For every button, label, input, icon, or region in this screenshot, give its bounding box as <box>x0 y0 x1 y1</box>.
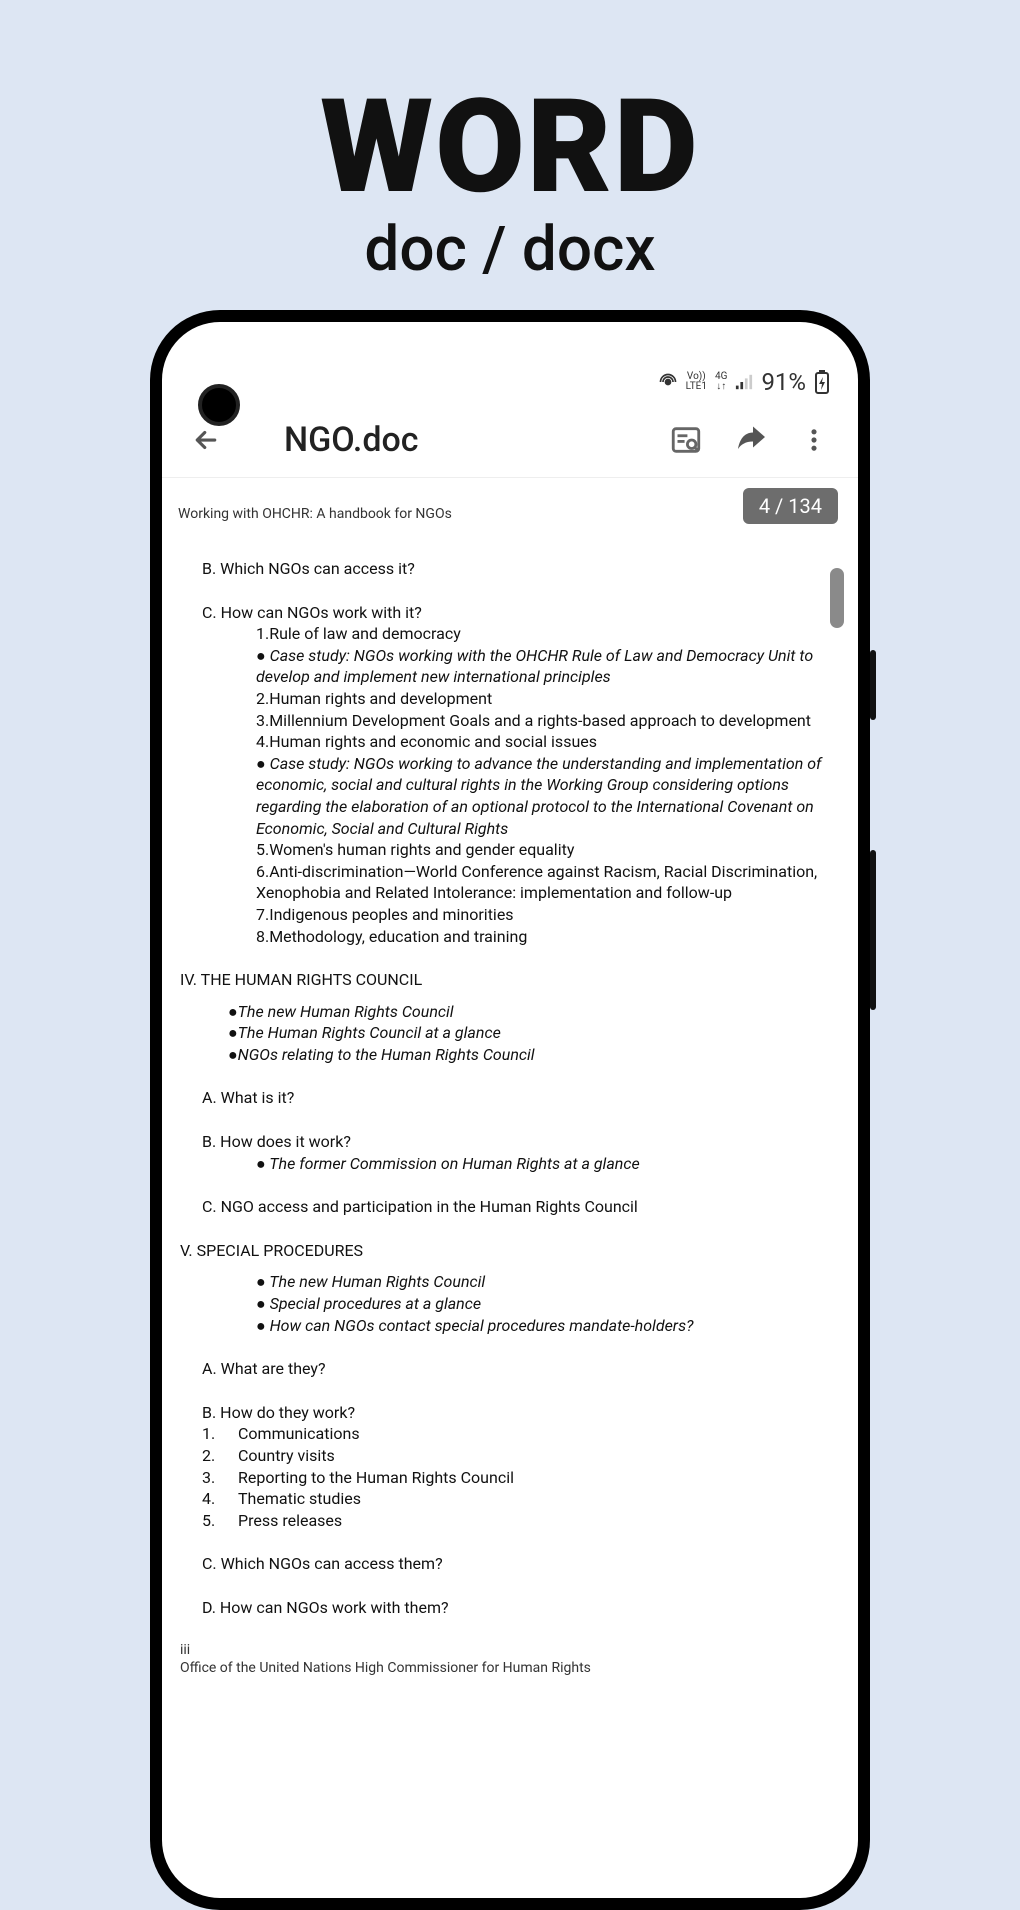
section-iv-c: C. NGO access and participation in the H… <box>180 1196 840 1218</box>
section-iv-a: A. What is it? <box>180 1087 840 1109</box>
list-item: 3.Reporting to the Human Rights Council <box>202 1467 840 1489</box>
battery-percent: 91% <box>761 368 806 396</box>
side-button-2 <box>870 850 876 1010</box>
page-indicator: 4 / 134 <box>743 488 838 524</box>
share-button[interactable] <box>728 418 772 462</box>
list-item: ● Case study: NGOs working to advance th… <box>256 753 840 839</box>
scrollbar-thumb[interactable] <box>830 568 844 628</box>
battery-charging-icon <box>814 370 830 394</box>
front-camera <box>198 384 240 426</box>
list-item: 1.Rule of law and democracy <box>256 623 840 645</box>
list-item: 7.Indigenous peoples and minorities <box>256 904 840 926</box>
promo-subtitle: doc / docx <box>0 213 1020 286</box>
list-item: ●The Human Rights Council at a glance <box>228 1022 840 1044</box>
list-item: 1.Communications <box>202 1423 840 1445</box>
document-title: NGO.doc <box>284 420 419 460</box>
list-item: ● Case study: NGOs working with the OHCH… <box>256 645 840 688</box>
side-button-1 <box>870 650 876 720</box>
list-item: ●The new Human Rights Council <box>228 1001 840 1023</box>
list-item: 4.Human rights and economic and social i… <box>256 731 840 753</box>
phone-frame: Vo))LTE1 4G↓↑ 91% NGO.doc <box>150 310 870 1910</box>
promo-banner: WORD doc / docx <box>0 0 1020 286</box>
section-v-b-list: 1.Communications 2.Country visits 3.Repo… <box>180 1423 840 1531</box>
list-item: ● The new Human Rights Council <box>256 1271 840 1293</box>
hotspot-icon <box>658 372 678 392</box>
section-c-list: 1.Rule of law and democracy ● Case study… <box>180 623 840 947</box>
list-item: ● How can NGOs contact special procedure… <box>256 1315 840 1337</box>
promo-title: WORD <box>0 70 1020 223</box>
list-item: 8.Methodology, education and training <box>256 926 840 948</box>
list-item: 6.Anti-discrimination—World Conference a… <box>256 861 840 904</box>
section-iv-b-sub: ● The former Commission on Human Rights … <box>180 1153 840 1175</box>
section-v-bullets: ● The new Human Rights Council ● Special… <box>180 1271 840 1336</box>
network-label-1: Vo))LTE1 <box>686 372 707 392</box>
list-item: 5.Press releases <box>202 1510 840 1532</box>
network-label-2: 4G↓↑ <box>715 372 727 392</box>
section-iv-b: B. How does it work? <box>180 1131 840 1153</box>
section-v-a: A. What are they? <box>180 1358 840 1380</box>
section-b-heading: B. Which NGOs can access it? <box>180 558 840 580</box>
document-body: B. Which NGOs can access it? C. How can … <box>174 558 846 1678</box>
list-item: ●NGOs relating to the Human Rights Counc… <box>228 1044 840 1066</box>
list-item: 5.Women's human rights and gender equali… <box>256 839 840 861</box>
search-in-doc-button[interactable] <box>664 418 708 462</box>
section-iv-bullets: ●The new Human Rights Council ●The Human… <box>180 1001 840 1066</box>
more-menu-button[interactable] <box>792 418 836 462</box>
phone-screen: Vo))LTE1 4G↓↑ 91% NGO.doc <box>162 322 858 1898</box>
section-v-heading: V. SPECIAL PROCEDURES <box>180 1240 840 1262</box>
signal-icon <box>735 373 753 391</box>
section-iv-heading: IV. THE HUMAN RIGHTS COUNCIL <box>180 969 840 991</box>
list-item: ● Special procedures at a glance <box>256 1293 840 1315</box>
status-bar: Vo))LTE1 4G↓↑ 91% <box>162 362 858 402</box>
list-item: 3.Millennium Development Goals and a rig… <box>256 710 840 732</box>
section-v-c: C. Which NGOs can access them? <box>180 1553 840 1575</box>
list-item: 2.Country visits <box>202 1445 840 1467</box>
section-v-d: D. How can NGOs work with them? <box>180 1597 840 1619</box>
document-viewport[interactable]: 4 / 134 Working with OHCHR: A handbook f… <box>162 478 858 1898</box>
footer-org: Office of the United Nations High Commis… <box>180 1659 840 1678</box>
page-footer: iii Office of the United Nations High Co… <box>180 1641 840 1679</box>
section-v-b: B. How do they work? <box>180 1402 840 1424</box>
list-item: 4.Thematic studies <box>202 1488 840 1510</box>
section-c-heading: C. How can NGOs work with it? <box>180 602 840 624</box>
app-bar: NGO.doc <box>162 402 858 478</box>
list-item: 2.Human rights and development <box>256 688 840 710</box>
footer-page-num: iii <box>180 1641 840 1660</box>
